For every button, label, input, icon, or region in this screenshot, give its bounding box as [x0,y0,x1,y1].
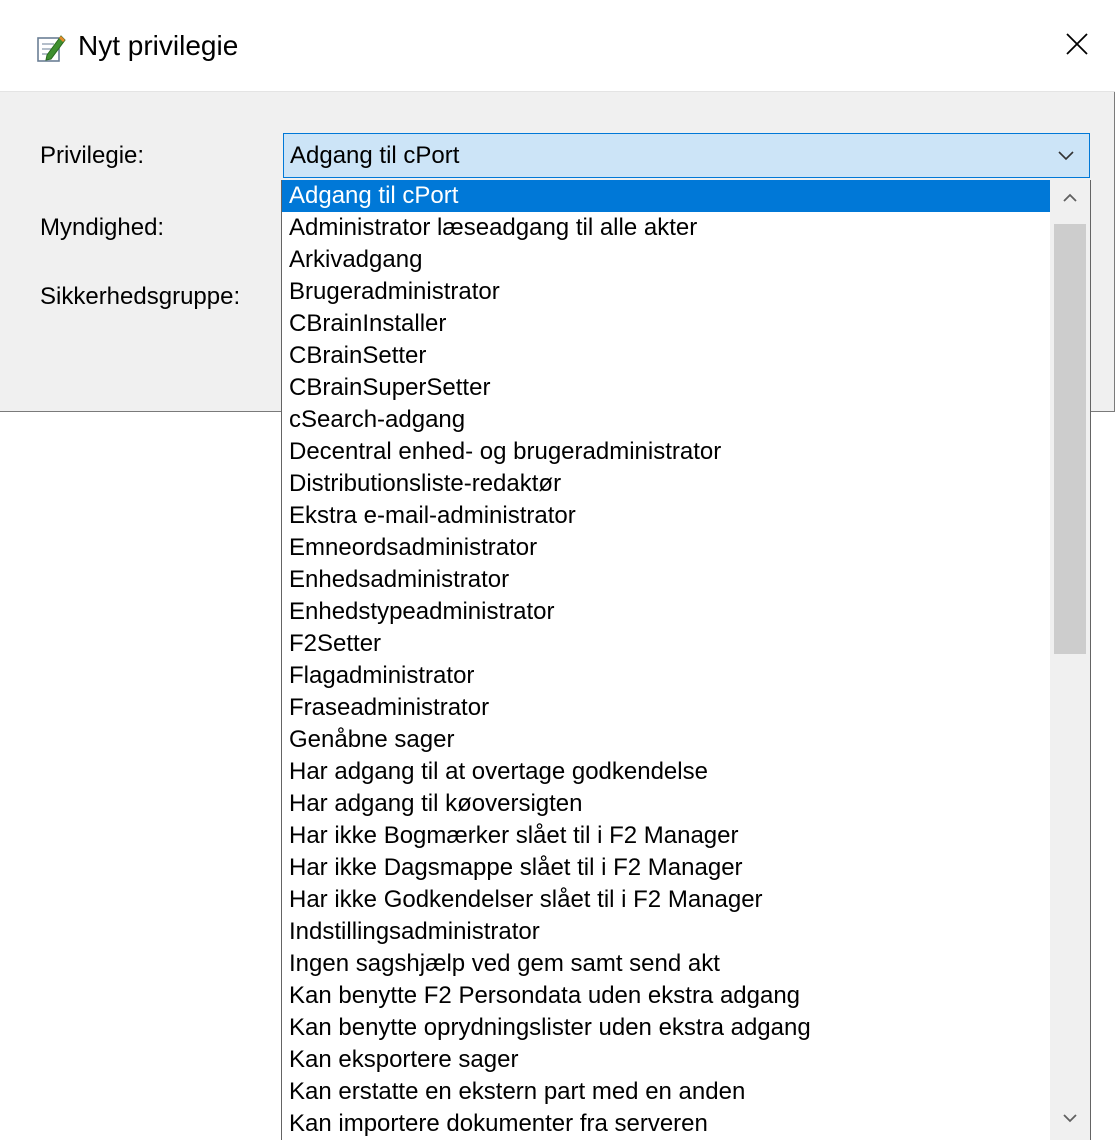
dropdown-option[interactable]: Brugeradministrator [282,276,1051,308]
privilege-select[interactable]: Adgang til cPort [283,133,1090,178]
close-icon [1065,32,1089,61]
dropdown-option[interactable]: Ingen sagshjælp ved gem samt send akt [282,948,1051,980]
dropdown-option[interactable]: Adgang til cPort [282,180,1051,212]
dropdown-option[interactable]: Har ikke Bogmærker slået til i F2 Manage… [282,820,1051,852]
dropdown-option[interactable]: Kan erstatte en ekstern part med en ande… [282,1076,1051,1108]
dropdown-option[interactable]: Har adgang til køoversigten [282,788,1051,820]
dropdown-option[interactable]: Har ikke Dagsmappe slået til i F2 Manage… [282,852,1051,884]
dropdown-option[interactable]: CBrainSuperSetter [282,372,1051,404]
dropdown-option[interactable]: Kan benytte oprydningslister uden ekstra… [282,1012,1051,1044]
dropdown-option[interactable]: Enhedsadministrator [282,564,1051,596]
scroll-up-button[interactable] [1050,180,1090,220]
dropdown-items: Adgang til cPort Administrator læseadgang… [282,180,1051,1140]
dropdown-option[interactable]: Har ikke Godkendelser slået til i F2 Man… [282,884,1051,916]
dropdown-option[interactable]: Flagadministrator [282,660,1051,692]
dropdown-option[interactable]: cSearch-adgang [282,404,1051,436]
dropdown-option[interactable]: Arkivadgang [282,244,1051,276]
privilege-dropdown-list[interactable]: Adgang til cPort Administrator læseadgang… [281,180,1091,1140]
security-group-label: Sikkerhedsgruppe: [40,283,241,310]
dropdown-option[interactable]: CBrainSetter [282,340,1051,372]
chevron-up-icon [1062,191,1078,209]
title-bar: Nyt privilegie [0,0,1115,92]
dropdown-option[interactable]: Kan eksportere sager [282,1044,1051,1076]
chevron-down-icon[interactable] [1057,148,1075,162]
dropdown-option[interactable]: Har adgang til at overtage godkendelse [282,756,1051,788]
scroll-thumb[interactable] [1054,224,1086,654]
dropdown-option[interactable]: Kan benytte F2 Persondata uden ekstra ad… [282,980,1051,1012]
dropdown-option[interactable]: Distributionsliste-redaktør [282,468,1051,500]
dropdown-option[interactable]: Enhedstypeadministrator [282,596,1051,628]
edit-document-icon [36,33,66,63]
scrollbar[interactable] [1050,180,1090,1140]
close-button[interactable] [1039,0,1115,92]
dropdown-option[interactable]: Fraseadministrator [282,692,1051,724]
dropdown-option[interactable]: Indstillingsadministrator [282,916,1051,948]
dropdown-option[interactable]: Kan importere dokumenter fra serveren [282,1108,1051,1140]
dropdown-option[interactable]: Administrator læseadgang til alle akter [282,212,1051,244]
authority-label: Myndighed: [40,214,165,241]
scroll-down-button[interactable] [1050,1100,1090,1140]
privilege-select-value: Adgang til cPort [290,142,460,169]
chevron-down-icon [1062,1111,1078,1129]
privilege-label: Privilegie: [40,142,145,169]
dropdown-option[interactable]: Genåbne sager [282,724,1051,756]
dropdown-option[interactable]: CBrainInstaller [282,308,1051,340]
dropdown-option[interactable]: Ekstra e-mail-administrator [282,500,1051,532]
dropdown-option[interactable]: Emneordsadministrator [282,532,1051,564]
window-title: Nyt privilegie [78,30,239,61]
dropdown-option[interactable]: F2Setter [282,628,1051,660]
dropdown-option[interactable]: Decentral enhed- og brugeradministrator [282,436,1051,468]
